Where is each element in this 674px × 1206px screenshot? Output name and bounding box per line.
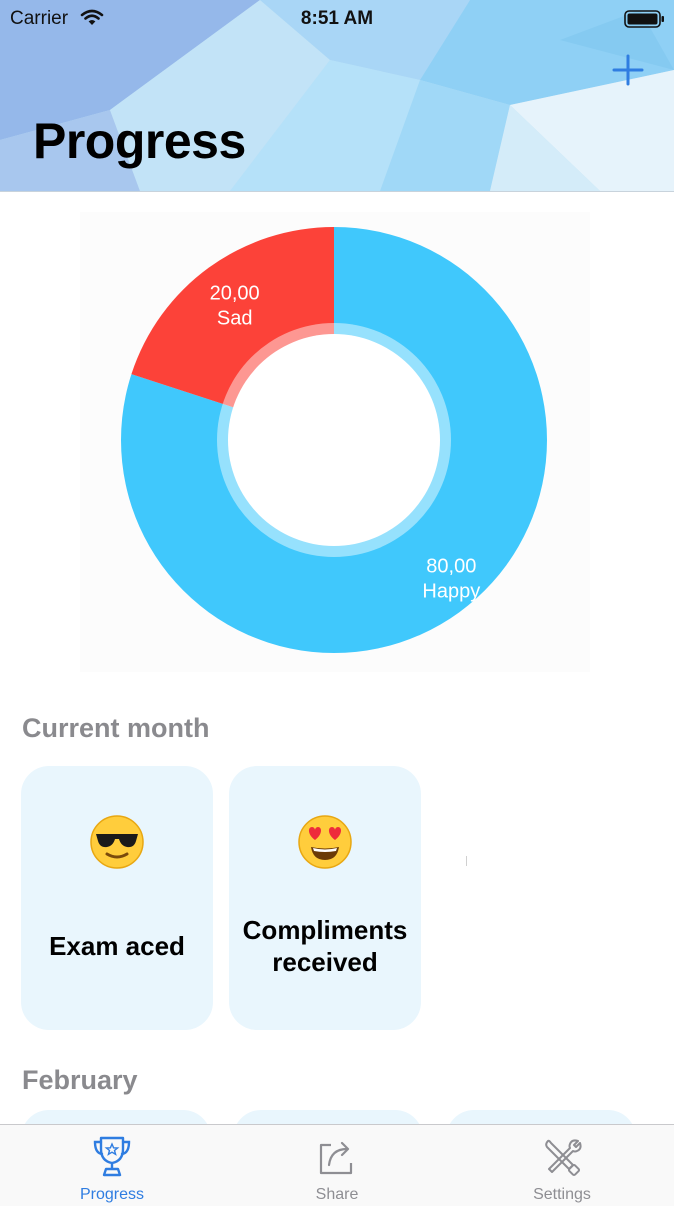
chart-hole [228, 334, 440, 546]
trophy-icon [93, 1136, 131, 1177]
add-button[interactable] [606, 48, 650, 92]
share-icon [319, 1141, 353, 1175]
card-title: Exam aced [49, 931, 185, 961]
tools-icon [545, 1139, 582, 1177]
slice-value-label: 80,00 [426, 556, 476, 578]
tab-bar: Progress Share Settings [0, 1124, 674, 1206]
section-title-current-month: Current month [22, 713, 210, 743]
section-title-february: February [22, 1065, 138, 1095]
mood-donut-chart: 80,00 Happy 20,00 Sad [121, 227, 547, 653]
tab-label: Progress [79, 1186, 145, 1203]
slice-value-label: 20,00 [210, 282, 260, 304]
tab-progress[interactable]: Progress [0, 1125, 224, 1206]
achievement-card[interactable]: Compliments received [229, 766, 421, 1030]
tab-share[interactable]: Share [225, 1125, 449, 1206]
tab-label: Share [315, 1186, 359, 1203]
card-title: Compliments received [242, 915, 408, 977]
heart-eyes-emoji-icon [229, 814, 421, 875]
cool-face-emoji-icon [21, 814, 213, 875]
status-bar: Carrier 8:51 AM [0, 0, 674, 40]
tab-label: Settings [533, 1186, 591, 1203]
slice-category-label: Sad [217, 307, 253, 329]
slice-category-label: Happy [422, 581, 480, 603]
battery-icon [624, 10, 664, 28]
page-title: Progress [33, 113, 246, 169]
status-time: 8:51 AM [300, 8, 374, 29]
divider [466, 856, 467, 866]
mood-chart: 80,00 Happy 20,00 Sad [80, 212, 590, 672]
tab-settings[interactable]: Settings [450, 1125, 674, 1206]
plus-icon [612, 54, 644, 86]
achievement-card[interactable]: Exam aced [21, 766, 213, 1030]
header: Carrier 8:51 AM Progress [0, 0, 674, 192]
